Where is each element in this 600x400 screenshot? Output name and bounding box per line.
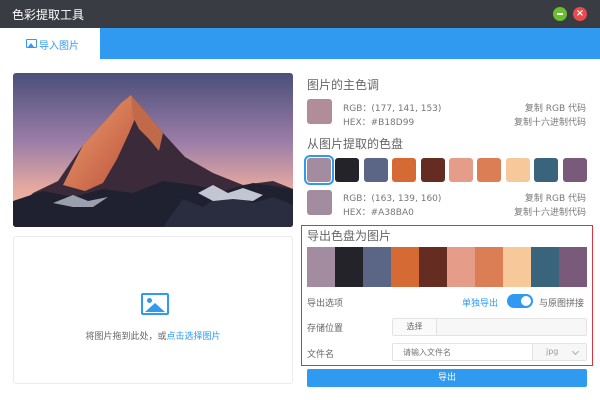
export-stripe — [391, 247, 419, 287]
export-stripe — [531, 247, 559, 287]
palette-swatch[interactable] — [304, 155, 334, 185]
export-mode-toggle[interactable] — [507, 294, 533, 308]
palette-swatch[interactable] — [477, 158, 502, 182]
tab-label: 导入图片 — [39, 41, 79, 52]
dropzone-hint: 将图片拖到此处，或点击选择图片 — [14, 329, 292, 342]
copy-main-hex-link[interactable]: 复制十六进制代码 — [514, 115, 586, 128]
toggle-knob — [521, 296, 531, 306]
extension-select[interactable]: jpg — [534, 344, 586, 360]
filename-label: 文件名 — [307, 350, 335, 360]
palette-swatch[interactable] — [534, 158, 559, 182]
palette-swatch[interactable] — [562, 158, 587, 182]
palette-swatch[interactable] — [363, 158, 388, 182]
dropzone-hint-text: 将图片拖到此处，或 — [85, 332, 167, 342]
copy-main-rgb-link[interactable]: 复制 RGB 代码 — [525, 101, 586, 114]
export-button[interactable]: 导出 — [307, 369, 587, 387]
selected-color-rgb: RGB：(163, 139, 160) — [343, 194, 442, 204]
palette-swatch[interactable] — [392, 158, 417, 182]
tab-bar: 导入图片 — [0, 28, 600, 59]
export-heading: 导出色盘为图片 — [307, 229, 392, 243]
main-color-rgb: RGB：(177, 141, 153) — [343, 104, 442, 114]
minimize-button[interactable] — [553, 7, 567, 21]
export-stripe — [559, 247, 587, 287]
option-single-export[interactable]: 单独导出 — [462, 296, 498, 309]
main-color-hex: HEX：#B18D99 — [343, 118, 415, 128]
export-stripe — [475, 247, 503, 287]
palette-swatch[interactable] — [420, 158, 445, 182]
main-color-swatch — [307, 99, 332, 124]
selected-color-swatch — [307, 190, 332, 215]
export-preview-stripes — [307, 247, 587, 287]
extension-value: jpg — [546, 347, 559, 356]
image-icon — [26, 39, 37, 48]
save-location-field: 选择 — [392, 318, 587, 336]
export-stripe — [419, 247, 447, 287]
palette-swatch[interactable] — [449, 158, 473, 182]
export-stripe — [363, 247, 391, 287]
export-stripe — [503, 247, 531, 287]
copy-selected-hex-link[interactable]: 复制十六进制代码 — [514, 205, 586, 218]
tab-import-image[interactable]: 导入图片 — [0, 28, 100, 59]
export-options-label: 导出选项 — [307, 299, 344, 309]
save-location-label: 存储位置 — [307, 324, 344, 334]
image-icon-mountain — [145, 303, 165, 312]
main-color-heading: 图片的主色调 — [307, 78, 380, 92]
export-stripe — [335, 247, 363, 287]
filename-input[interactable] — [393, 344, 533, 360]
filename-field-group: jpg — [392, 343, 587, 361]
copy-selected-rgb-link[interactable]: 复制 RGB 代码 — [525, 191, 586, 204]
close-button[interactable]: × — [573, 7, 587, 21]
option-combine-with-image[interactable]: 与原图拼接 — [539, 296, 584, 309]
palette-heading: 从图片提取的色盘 — [307, 137, 404, 151]
palette-swatch[interactable] — [505, 158, 530, 182]
mountain-photo — [13, 73, 293, 227]
palette-swatch[interactable] — [335, 158, 360, 182]
choose-location-button[interactable]: 选择 — [393, 319, 437, 335]
export-stripe — [307, 247, 335, 287]
image-icon — [141, 293, 169, 315]
title-bar: 色彩提取工具 × — [0, 0, 600, 28]
export-stripe — [447, 247, 475, 287]
app-title: 色彩提取工具 — [12, 8, 85, 22]
image-dropzone[interactable]: 将图片拖到此处，或点击选择图片 — [13, 236, 293, 384]
image-preview — [13, 73, 293, 227]
selected-color-hex: HEX：#A38BA0 — [343, 208, 414, 218]
chevron-down-icon — [571, 347, 580, 356]
select-image-link[interactable]: 点击选择图片 — [167, 332, 221, 342]
